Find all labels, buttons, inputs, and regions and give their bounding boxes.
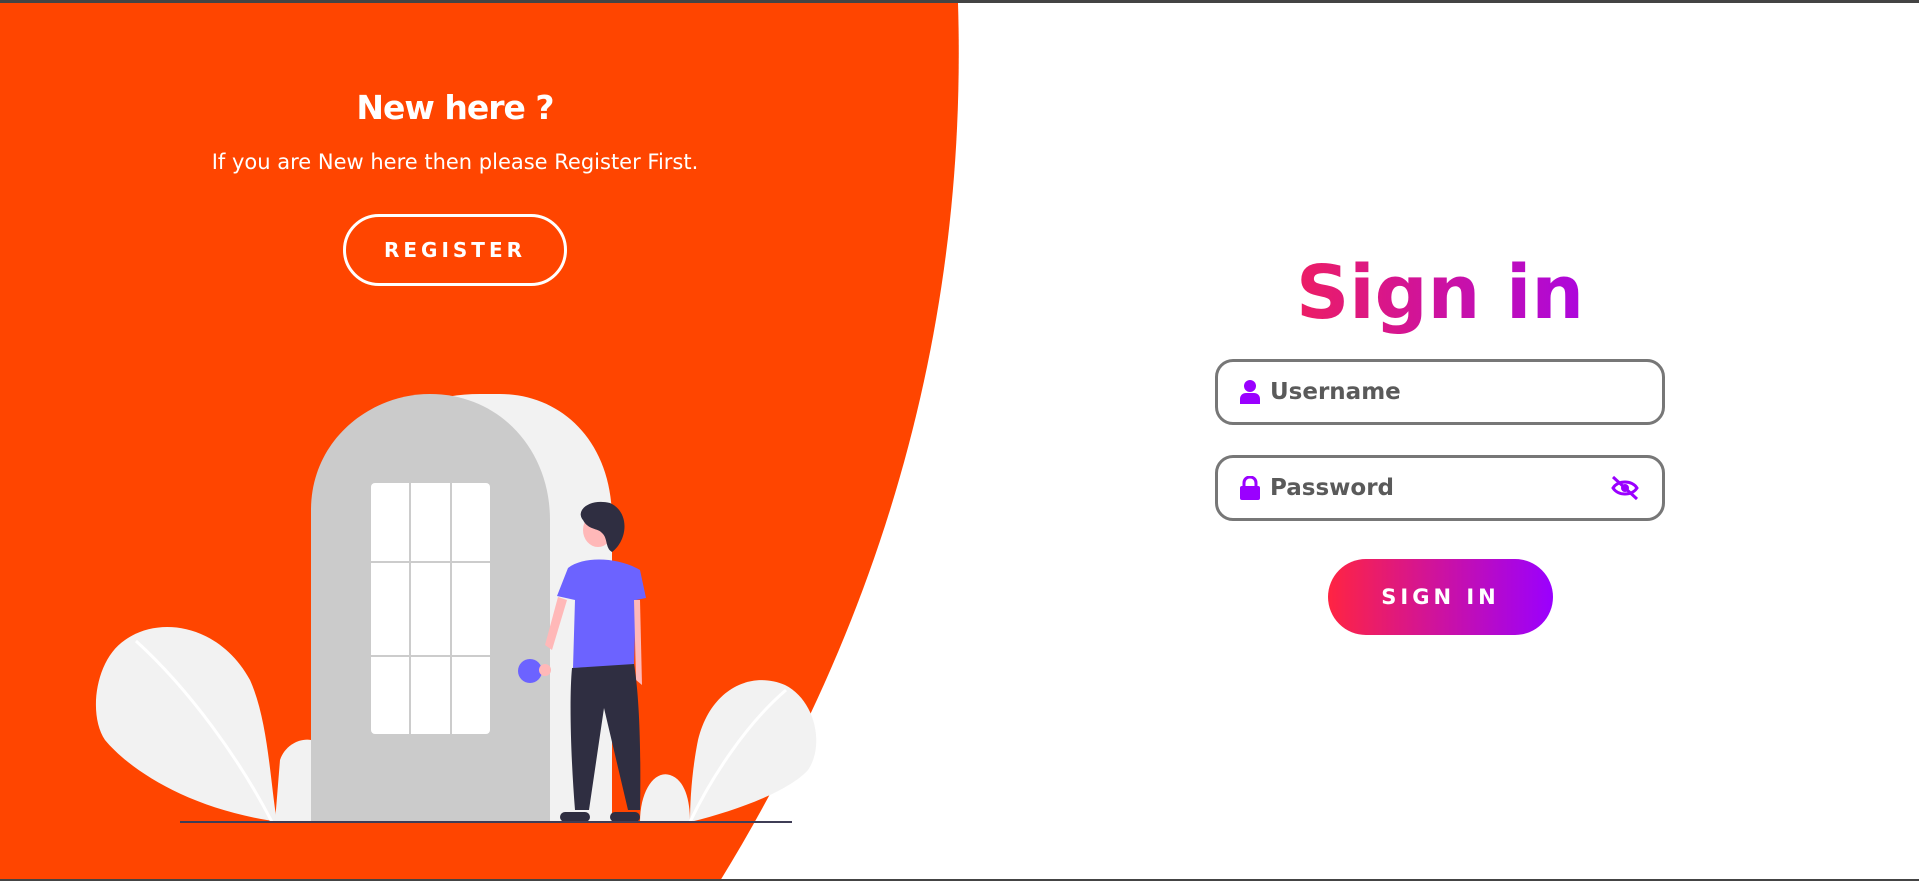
signin-button[interactable]: SIGN IN [1328, 559, 1553, 635]
background-graphics [0, 3, 959, 881]
eye-slash-icon[interactable] [1610, 475, 1640, 501]
password-field[interactable] [1215, 455, 1665, 521]
door-illustration [311, 394, 612, 822]
username-field[interactable] [1215, 359, 1665, 425]
lock-icon [1240, 475, 1262, 501]
panel-subtitle: If you are New here then please Register… [211, 150, 699, 174]
register-button[interactable]: REGISTER [343, 214, 567, 286]
user-icon [1240, 379, 1262, 405]
password-input[interactable] [1268, 474, 1610, 502]
panel-title: New here ? [356, 88, 554, 127]
signin-title: Sign in [1215, 250, 1665, 336]
username-input[interactable] [1268, 378, 1640, 406]
